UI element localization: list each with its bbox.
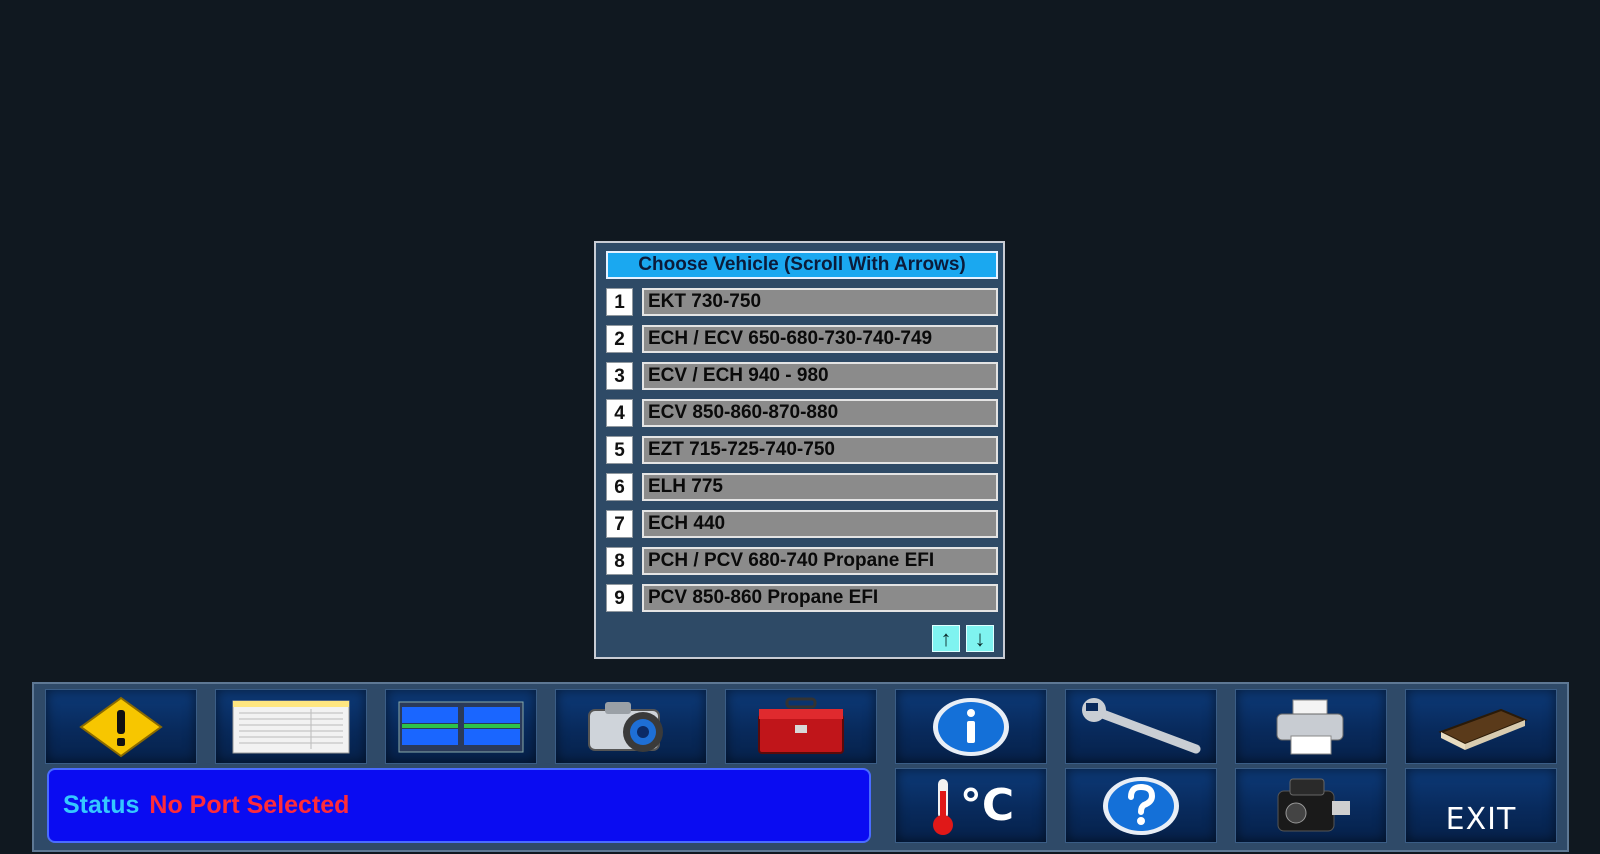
toolbox-icon	[758, 697, 844, 754]
bottom-toolbar: Status No Port Selected °C EXIT	[32, 682, 1569, 852]
vehicle-name[interactable]: ELH 775	[642, 473, 998, 501]
manual-book-icon	[1438, 708, 1528, 750]
vehicle-number[interactable]: 7	[606, 510, 633, 538]
toolbox-button[interactable]	[725, 689, 877, 764]
vehicle-chooser-dialog: Choose Vehicle (Scroll With Arrows) 1 EK…	[594, 241, 1005, 659]
data-list-icon	[232, 700, 350, 753]
camera-icon	[588, 701, 663, 752]
vehicle-name[interactable]: ECV 850-860-870-880	[642, 399, 998, 427]
vehicle-row-7[interactable]: 7 ECH 440	[606, 510, 998, 538]
wrench-button[interactable]	[1065, 689, 1217, 764]
vehicle-name[interactable]: EKT 730-750	[642, 288, 998, 316]
status-bar: Status No Port Selected	[47, 768, 871, 843]
gauges-icon	[398, 701, 524, 752]
status-value: No Port Selected	[149, 791, 350, 819]
scroll-down-button[interactable]: ↓	[966, 625, 994, 652]
data-list-button[interactable]	[215, 689, 367, 764]
warning-icon	[79, 696, 163, 757]
info-icon	[933, 697, 1009, 756]
vehicle-name[interactable]: ECH / ECV 650-680-730-740-749	[642, 325, 998, 353]
vehicle-name[interactable]: ECH 440	[642, 510, 998, 538]
vehicle-row-8[interactable]: 8 PCH / PCV 680-740 Propane EFI	[606, 547, 998, 575]
vehicle-name[interactable]: PCH / PCV 680-740 Propane EFI	[642, 547, 998, 575]
vehicle-name[interactable]: EZT 715-725-740-750	[642, 436, 998, 464]
exit-button[interactable]: EXIT	[1405, 768, 1557, 843]
manual-button[interactable]	[1405, 689, 1557, 764]
help-button[interactable]	[1065, 768, 1217, 843]
vehicle-row-9[interactable]: 9 PCV 850-860 Propane EFI	[606, 584, 998, 612]
wrench-icon	[1082, 697, 1201, 753]
vehicle-row-1[interactable]: 1 EKT 730-750	[606, 288, 998, 316]
scroll-up-button[interactable]: ↑	[932, 625, 960, 652]
chooser-title: Choose Vehicle (Scroll With Arrows)	[606, 251, 998, 279]
vehicle-number[interactable]: 8	[606, 547, 633, 575]
vehicle-number[interactable]: 1	[606, 288, 633, 316]
vehicle-row-2[interactable]: 2 ECH / ECV 650-680-730-740-749	[606, 325, 998, 353]
temperature-button[interactable]: °C	[895, 768, 1047, 843]
vehicle-row-4[interactable]: 4 ECV 850-860-870-880	[606, 399, 998, 427]
status-label: Status	[63, 791, 140, 819]
printer-button[interactable]	[1235, 689, 1387, 764]
printer-icon	[1276, 699, 1344, 754]
vehicle-name[interactable]: PCV 850-860 Propane EFI	[642, 584, 998, 612]
vehicle-name[interactable]: ECV / ECH 940 - 980	[642, 362, 998, 390]
exit-label: EXIT	[1445, 802, 1517, 837]
gauges-button[interactable]	[385, 689, 537, 764]
temperature-icon	[932, 778, 953, 835]
vehicle-number[interactable]: 3	[606, 362, 633, 390]
vehicle-number[interactable]: 9	[606, 584, 633, 612]
celsius-label: °C	[959, 780, 1015, 831]
vehicle-row-3[interactable]: 3 ECV / ECH 940 - 980	[606, 362, 998, 390]
vehicle-row-5[interactable]: 5 EZT 715-725-740-750	[606, 436, 998, 464]
vehicle-number[interactable]: 6	[606, 473, 633, 501]
info-button[interactable]	[895, 689, 1047, 764]
camera-button[interactable]	[555, 689, 707, 764]
vehicle-number[interactable]: 2	[606, 325, 633, 353]
engine-icon	[1277, 778, 1350, 831]
help-icon	[1103, 776, 1179, 835]
vehicle-number[interactable]: 5	[606, 436, 633, 464]
vehicle-row-6[interactable]: 6 ELH 775	[606, 473, 998, 501]
engine-button[interactable]	[1235, 768, 1387, 843]
warning-button[interactable]	[45, 689, 197, 764]
vehicle-number[interactable]: 4	[606, 399, 633, 427]
